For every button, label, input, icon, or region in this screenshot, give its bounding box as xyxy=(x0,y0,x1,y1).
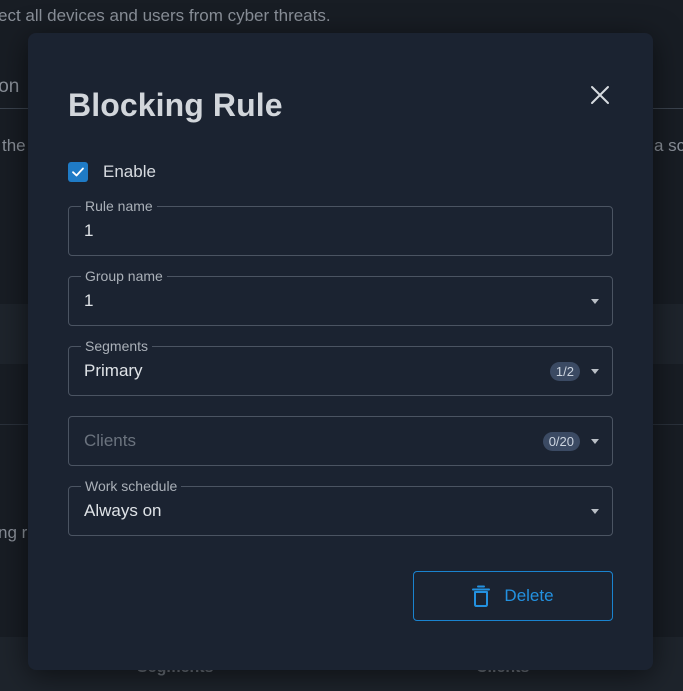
rule-name-field[interactable]: Rule name 1 xyxy=(68,198,613,256)
blocking-rule-dialog: Blocking Rule Enable Rule name 1 Group n… xyxy=(28,33,653,670)
clients-count-badge: 0/20 xyxy=(542,432,580,451)
segments-label: Segments xyxy=(81,338,153,354)
group-name-label: Group name xyxy=(81,268,167,284)
bg-tab-fragment: ion xyxy=(0,76,20,97)
segments-select[interactable]: Segments Primary 1/2 xyxy=(68,338,613,396)
bg-tab-underline xyxy=(0,108,28,109)
segments-value: Primary xyxy=(84,361,143,380)
chevron-down-icon xyxy=(591,369,599,374)
segments-count-badge: 1/2 xyxy=(549,362,580,381)
bg-text-left: the xyxy=(2,136,26,155)
enable-row: Enable xyxy=(68,161,156,183)
delete-button[interactable]: Delete xyxy=(413,571,613,621)
work-schedule-select[interactable]: Work schedule Always on xyxy=(68,478,613,536)
close-button[interactable] xyxy=(588,83,612,107)
work-schedule-value: Always on xyxy=(84,501,162,520)
enable-label: Enable xyxy=(103,162,156,181)
trash-icon xyxy=(472,585,491,607)
clients-select[interactable]: Clients 0/20 xyxy=(68,416,613,466)
clients-placeholder: Clients xyxy=(84,431,136,450)
check-icon xyxy=(72,167,84,177)
dialog-title: Blocking Rule xyxy=(68,87,283,123)
group-name-value: 1 xyxy=(84,291,94,310)
enable-checkbox[interactable] xyxy=(68,162,88,182)
rule-name-value: 1 xyxy=(84,221,94,240)
bg-tab-underline-right xyxy=(653,108,683,109)
bg-text-right: a sc xyxy=(654,136,683,155)
work-schedule-label: Work schedule xyxy=(81,478,182,494)
delete-label: Delete xyxy=(504,586,554,605)
chevron-down-icon xyxy=(591,509,599,514)
chevron-down-icon xyxy=(591,299,599,304)
bg-description: ect all devices and users from cyber thr… xyxy=(0,6,331,25)
rule-name-label: Rule name xyxy=(81,198,157,214)
close-icon xyxy=(591,86,609,104)
group-name-select[interactable]: Group name 1 xyxy=(68,268,613,326)
chevron-down-icon xyxy=(591,439,599,444)
